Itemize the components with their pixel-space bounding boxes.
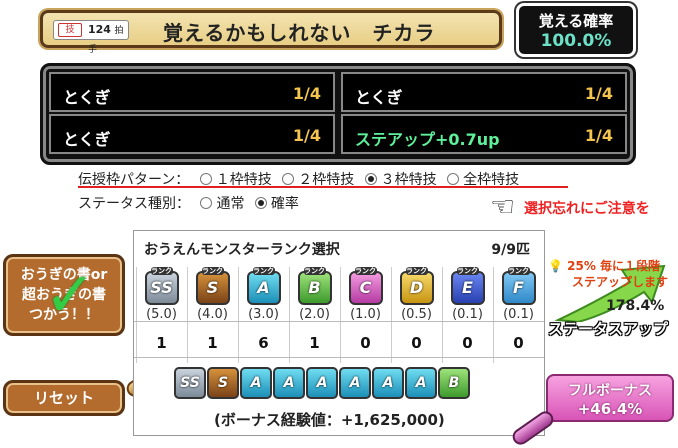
step-note-line-2: ステアップします (572, 275, 669, 289)
pattern-radio-3[interactable] (364, 173, 377, 185)
pattern-radio-2[interactable] (282, 173, 295, 185)
step-note-line-1: 25% 毎に１段階 (567, 259, 661, 273)
selected-monster[interactable]: A (339, 367, 371, 399)
skill-slot-2: とくぎ 1/4 (341, 72, 627, 112)
status-option-probability[interactable]: 確率 (271, 196, 299, 212)
status-up-percent: 178.4% (606, 298, 665, 314)
skill-chip: 技 124 拍手 (53, 20, 129, 55)
skill-slot-1: とくぎ 1/4 (49, 72, 335, 112)
rank-e-icon[interactable]: ランク E (450, 267, 485, 305)
pattern-radio-4[interactable] (447, 173, 460, 185)
check-icon: ✓ (44, 258, 96, 331)
skill-name: ステアップ+0.7up (355, 130, 500, 149)
selected-monster[interactable]: A (405, 367, 437, 399)
skill-chip-mark: 技 (58, 23, 82, 37)
rank-multiplier: (4.0) (197, 307, 228, 322)
status-row: ステータス種別： 通常 確率 (78, 193, 299, 213)
rank-multiplier: (0.1) (452, 307, 483, 322)
rank-table-count: 9/9匹 (491, 242, 530, 258)
bonus-exp: (ボーナス経験値：+1,625,000) (214, 411, 445, 429)
rank-d-icon[interactable]: ランク D (399, 267, 434, 305)
status-label: ステータス種別： (78, 196, 190, 212)
pattern-underline (78, 186, 568, 188)
rank-multiplier: (0.1) (503, 307, 534, 322)
rank-quantity[interactable]: 0 (341, 334, 390, 352)
status-option-normal[interactable]: 通常 (216, 196, 244, 212)
rank-table-title: おうえんモンスターランク選択 (144, 242, 340, 258)
status-up-label: ステータスアップ (548, 320, 669, 338)
selected-monsters-row: SS S A A A A A A B (174, 367, 471, 403)
rank-f-icon[interactable]: ランク F (501, 267, 536, 305)
pattern-radio-1[interactable] (199, 173, 212, 185)
rank-quantity[interactable]: 1 (290, 334, 339, 352)
skill-fraction: 1/4 (292, 126, 321, 145)
skill-slot-3: とくぎ 1/4 (49, 114, 335, 154)
rank-column-c[interactable]: ランク C (1.0) 0 (340, 267, 390, 363)
selected-monster[interactable]: A (372, 367, 404, 399)
rank-column-ss[interactable]: ランク SS (5.0) 1 (136, 267, 186, 363)
divider (134, 357, 544, 358)
skill-slot-4: ステアップ+0.7up 1/4 (341, 114, 627, 154)
learn-probability-value: 100.0% (540, 31, 612, 51)
status-radio-normal[interactable] (200, 197, 213, 209)
skill-chip-count: 124 (88, 23, 111, 36)
skill-name: とくぎ (63, 88, 111, 107)
rank-b-icon[interactable]: ランク B (297, 267, 332, 305)
rank-column-s[interactable]: ランク S (4.0) 1 (187, 267, 237, 363)
rank-quantity[interactable]: 0 (443, 334, 492, 352)
full-bonus-label: フルボーナス (568, 383, 652, 399)
selected-monster[interactable]: SS (174, 367, 206, 399)
learn-probability-label: 覚える確率 (538, 12, 614, 30)
full-bonus-badge: フルボーナス +46.4% (546, 374, 674, 422)
title-bar: 技 124 拍手 覚えるかもしれない チカラ (40, 10, 502, 55)
skill-fraction: 1/4 (292, 84, 321, 103)
selected-monster[interactable]: S (207, 367, 239, 399)
pointing-hand-icon: ☜ (490, 190, 516, 223)
skill-name: とくぎ (355, 88, 403, 107)
selected-monster[interactable]: B (438, 367, 470, 399)
rank-column-b[interactable]: ランク B (2.0) 1 (289, 267, 339, 363)
rank-column-a[interactable]: ランク A (3.0) 6 (238, 267, 288, 363)
rank-quantity[interactable]: 0 (494, 334, 543, 352)
rank-quantity[interactable]: 1 (188, 334, 237, 352)
divider (134, 321, 544, 322)
rank-quantity[interactable]: 0 (392, 334, 441, 352)
skill-fraction: 1/4 (584, 126, 613, 145)
status-radio-probability[interactable] (254, 197, 267, 209)
learn-probability-box: 覚える確率 100.0% (516, 3, 636, 57)
rank-a-icon[interactable]: ランク A (246, 267, 281, 305)
rank-multiplier: (5.0) (146, 307, 177, 322)
rank-c-icon[interactable]: ランク C (348, 267, 383, 305)
skills-grid: とくぎ 1/4 とくぎ 1/4 とくぎ 1/4 ステアップ+0.7up 1/4 (40, 63, 636, 165)
selected-monster[interactable]: A (240, 367, 272, 399)
rank-column-d[interactable]: ランク D (0.5) 0 (391, 267, 441, 363)
bulb-icon: 💡 (548, 259, 563, 273)
rank-column-f[interactable]: ランク F (0.1) 0 (493, 267, 543, 363)
selected-monster[interactable]: A (306, 367, 338, 399)
rank-column-e[interactable]: ランク E (0.1) 0 (442, 267, 492, 363)
rank-table: おうえんモンスターランク選択 9/9匹 ランク SS (5.0) 1 ランク S (… (133, 230, 545, 436)
page-title: 覚えるかもしれない チカラ (163, 21, 436, 45)
selected-monster[interactable]: A (273, 367, 305, 399)
skill-fraction: 1/4 (584, 84, 613, 103)
reset-button[interactable]: リセット (3, 380, 125, 416)
warning-text: 選択忘れにご注意を (524, 201, 650, 217)
warning-note: ☜ 選択忘れにご注意を (490, 190, 678, 224)
step-note: 💡 25% 毎に１段階 ステアップします (548, 258, 678, 290)
rank-quantity[interactable]: 6 (239, 334, 288, 352)
rank-multiplier: (1.0) (350, 307, 381, 322)
rank-s-icon[interactable]: ランク S (195, 267, 230, 305)
full-bonus-value: +46.4% (577, 400, 643, 418)
rank-ss-icon[interactable]: ランク SS (144, 267, 179, 305)
skill-name: とくぎ (63, 130, 111, 149)
rank-quantity[interactable]: 1 (137, 334, 186, 352)
rank-multiplier: (0.5) (401, 307, 432, 322)
rank-multiplier: (2.0) (299, 307, 330, 322)
rank-multiplier: (3.0) (248, 307, 279, 322)
